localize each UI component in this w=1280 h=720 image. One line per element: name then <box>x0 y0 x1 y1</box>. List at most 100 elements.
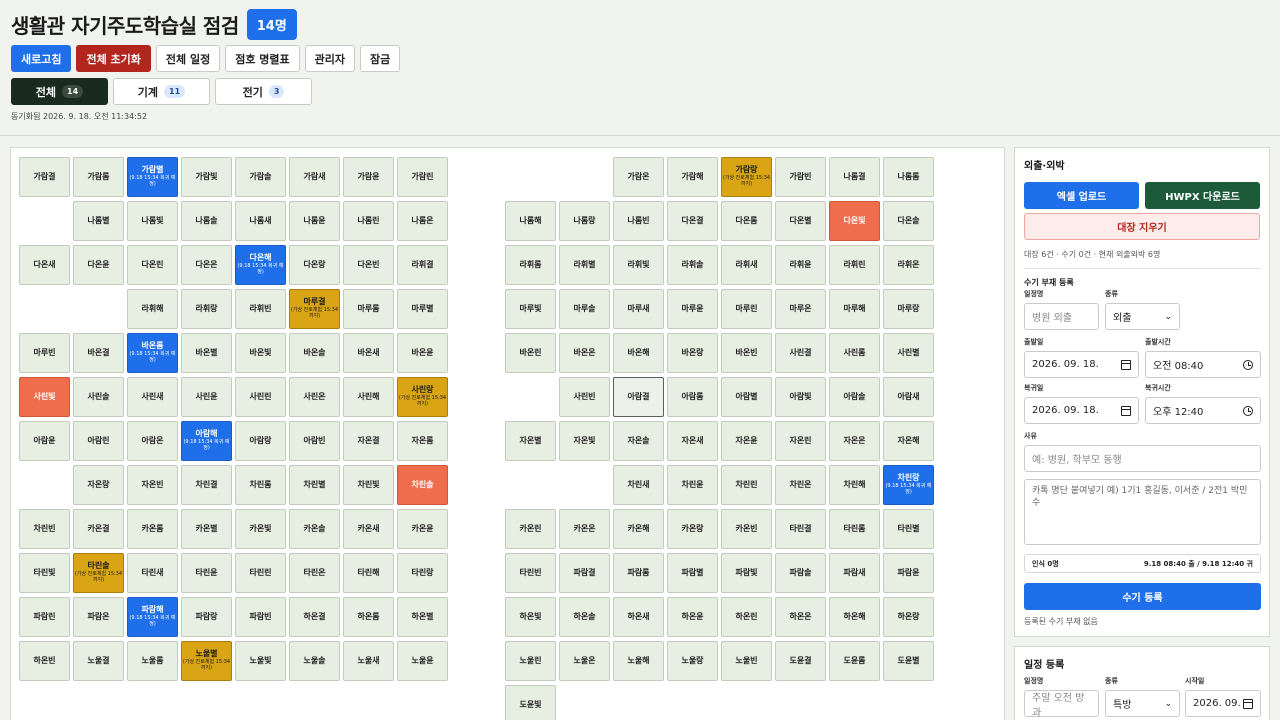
seat[interactable]: 타린빛 <box>19 553 70 593</box>
seat[interactable]: 마루온 <box>775 289 826 329</box>
seat[interactable]: 사린윤 <box>181 377 232 417</box>
seat[interactable]: 마루윤 <box>667 289 718 329</box>
seat[interactable]: 사린빈 <box>559 377 610 417</box>
seat[interactable]: 아람빛 <box>775 377 826 417</box>
seat[interactable]: 가람해 <box>667 157 718 197</box>
seat[interactable]: 타린별 <box>883 509 934 549</box>
seat[interactable]: 다온빛 <box>829 201 880 241</box>
seat[interactable]: 다온롬 <box>721 201 772 241</box>
seat[interactable]: 차린솔 <box>397 465 448 505</box>
seat[interactable]: 라휘별 <box>559 245 610 285</box>
admin-button[interactable]: 관리자 <box>304 45 356 72</box>
seat[interactable]: 노울온 <box>559 641 610 681</box>
seat[interactable]: 카온결 <box>73 509 124 549</box>
seat[interactable]: 다온새 <box>19 245 70 285</box>
seat[interactable]: 아람랑 <box>235 421 286 461</box>
seat[interactable]: 아람빈 <box>289 421 340 461</box>
seat[interactable]: 바온별 <box>181 333 232 373</box>
seat[interactable]: 나롬빈 <box>613 201 664 241</box>
seat[interactable]: 가람빈 <box>775 157 826 197</box>
seat[interactable]: 카온빛 <box>235 509 286 549</box>
seat[interactable]: 아람온 <box>127 421 178 461</box>
seat[interactable]: 바온솔 <box>289 333 340 373</box>
seat[interactable]: 차린별 <box>289 465 340 505</box>
seat[interactable]: 라휘빛 <box>613 245 664 285</box>
seat[interactable]: 자온별 <box>505 421 556 461</box>
seat[interactable]: 카온린 <box>505 509 556 549</box>
seat[interactable]: 카온윤 <box>397 509 448 549</box>
seat[interactable]: 나롬새 <box>235 201 286 241</box>
seat[interactable]: 라휘린 <box>829 245 880 285</box>
seat[interactable]: 다온랑 <box>289 245 340 285</box>
seat[interactable]: 바온결 <box>73 333 124 373</box>
seat[interactable]: 마루린 <box>721 289 772 329</box>
seat[interactable]: 자온솔 <box>613 421 664 461</box>
seat[interactable]: 가람랑 (가상 진로체험 15:34까지) <box>721 157 772 197</box>
seat[interactable]: 라휘윤 <box>775 245 826 285</box>
seat[interactable]: 노울랑 <box>667 641 718 681</box>
clock-icon[interactable] <box>1243 405 1253 416</box>
seat[interactable]: 마루해 <box>829 289 880 329</box>
seat[interactable]: 노울윤 <box>397 641 448 681</box>
kind-select[interactable]: 외출 ⌄ <box>1105 303 1180 330</box>
return-date-input[interactable]: 2026. 09. 18. <box>1024 397 1139 424</box>
seat[interactable]: 가람결 <box>19 157 70 197</box>
seat[interactable]: 라휘온 <box>883 245 934 285</box>
seat[interactable]: 파람솔 <box>775 553 826 593</box>
seat[interactable]: 라휘롬 <box>505 245 556 285</box>
seat[interactable]: 마루롬 <box>343 289 394 329</box>
seat[interactable]: 가람새 <box>289 157 340 197</box>
seat[interactable]: 하온빈 <box>19 641 70 681</box>
seat[interactable]: 카온롬 <box>127 509 178 549</box>
schedule-event-input[interactable]: 주말 오전 방과 <box>1024 690 1099 719</box>
seat[interactable]: 나롬랑 <box>559 201 610 241</box>
seat[interactable]: 노울린 <box>505 641 556 681</box>
seat[interactable]: 나롬별 <box>73 201 124 241</box>
refresh-button[interactable]: 새로고침 <box>11 45 72 72</box>
clock-icon[interactable] <box>1243 359 1253 370</box>
seat[interactable]: 파람빈 <box>235 597 286 637</box>
seat[interactable]: 하온새 <box>613 597 664 637</box>
seat[interactable]: 노울해 <box>613 641 664 681</box>
seat[interactable]: 라휘새 <box>721 245 772 285</box>
seat[interactable]: 나롬해 <box>505 201 556 241</box>
seat[interactable]: 파람빛 <box>721 553 772 593</box>
seat[interactable]: 라휘랑 <box>181 289 232 329</box>
seat[interactable]: 자온새 <box>667 421 718 461</box>
seat[interactable]: 파람린 <box>19 597 70 637</box>
seat[interactable]: 파람새 <box>829 553 880 593</box>
seat[interactable]: 가람윤 <box>343 157 394 197</box>
seat[interactable]: 나롬윤 <box>289 201 340 241</box>
schedule-kind-select[interactable]: 특방 ⌄ <box>1105 690 1180 717</box>
excel-upload-button[interactable]: 엑셀 업로드 <box>1024 182 1139 209</box>
seat[interactable]: 다온윤 <box>73 245 124 285</box>
seat[interactable]: 하온결 <box>289 597 340 637</box>
seat[interactable]: 나롬롬 <box>883 157 934 197</box>
seat[interactable]: 도윤결 <box>775 641 826 681</box>
seat[interactable]: 차린빈 <box>19 509 70 549</box>
seat[interactable]: 다온빈 <box>343 245 394 285</box>
seat[interactable]: 타린온 <box>289 553 340 593</box>
seat[interactable]: 사린빛 <box>19 377 70 417</box>
seat[interactable]: 파람롬 <box>613 553 664 593</box>
seat[interactable]: 차린결 <box>181 465 232 505</box>
seat[interactable]: 하온솔 <box>559 597 610 637</box>
seat[interactable]: 노울솔 <box>289 641 340 681</box>
seat[interactable]: 바온린 <box>505 333 556 373</box>
seat[interactable]: 하온윤 <box>667 597 718 637</box>
schedule-start-input[interactable]: 2026. 09. <box>1185 690 1261 717</box>
seat[interactable]: 바온빛 <box>235 333 286 373</box>
seat[interactable]: 하온롬 <box>343 597 394 637</box>
seat[interactable]: 마루솔 <box>559 289 610 329</box>
seat[interactable]: 파람온 <box>73 597 124 637</box>
calendar-icon[interactable] <box>1121 405 1131 416</box>
seat[interactable]: 자온빈 <box>127 465 178 505</box>
calendar-icon[interactable] <box>1243 698 1253 709</box>
seat[interactable]: 노울롬 <box>127 641 178 681</box>
seat[interactable]: 마루새 <box>613 289 664 329</box>
seat[interactable]: 차린빛 <box>343 465 394 505</box>
seat[interactable]: 라휘빈 <box>235 289 286 329</box>
seat[interactable]: 카온빈 <box>721 509 772 549</box>
seat[interactable]: 하온린 <box>721 597 772 637</box>
seat[interactable]: 파람해 (9.18 15:34 복귀 예정) <box>127 597 178 637</box>
